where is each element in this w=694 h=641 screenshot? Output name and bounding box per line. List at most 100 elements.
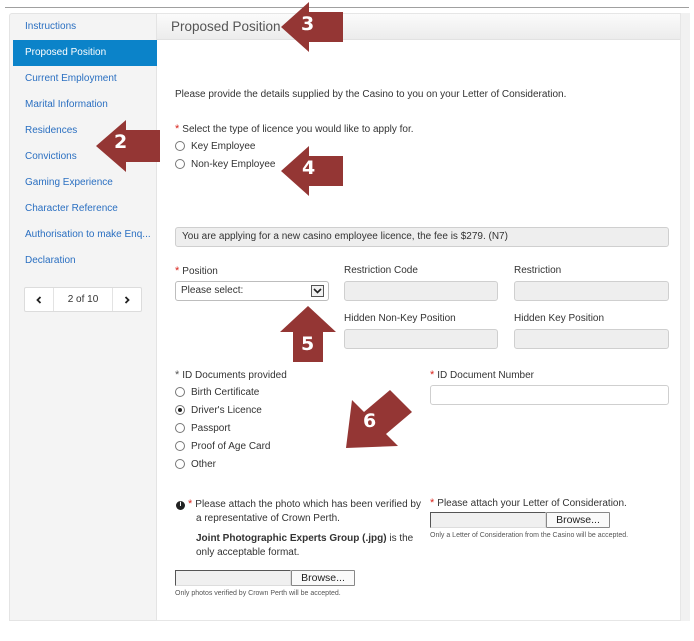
sidebar-item-current-employment[interactable]: Current Employment [13, 66, 157, 92]
panel-header: Proposed Position [157, 14, 680, 40]
callout-number: 4 [302, 157, 316, 179]
id-document-number-input[interactable] [430, 385, 669, 405]
required-mark: * [175, 265, 180, 277]
callout-number: 2 [114, 131, 128, 153]
radio-label: Passport [191, 422, 231, 434]
letter-file-input: Browse... [430, 512, 610, 528]
position-label: * Position [175, 265, 218, 277]
format-rest-text: is the [386, 533, 414, 544]
radio-button-checked[interactable] [175, 405, 185, 415]
callout-number: 3 [301, 13, 315, 35]
main-panel: Proposed Position Please provide the det… [157, 13, 681, 621]
callout-number: 6 [363, 410, 377, 432]
fee-message: You are applying for a new casino employ… [175, 227, 669, 247]
radio-label: Birth Certificate [191, 386, 260, 398]
sidebar-item-gaming-experience[interactable]: Gaming Experience [13, 170, 157, 196]
radio-key-employee[interactable]: Key Employee [175, 137, 275, 155]
callout-arrow-5: 5 [280, 306, 336, 362]
sidebar: Instructions Proposed Position Current E… [9, 13, 157, 621]
photo-upload-hint: Only photos verified by Crown Perth will… [175, 590, 341, 597]
required-mark: * [430, 369, 435, 381]
scrollbar-track[interactable] [681, 13, 690, 621]
page-indicator: 2 of 10 [53, 288, 113, 311]
id-document-number-label: * ID Document Number [430, 369, 534, 381]
radio-button[interactable] [175, 159, 185, 169]
hidden-non-key-position-field [344, 329, 498, 349]
photo-file-path-field[interactable] [175, 570, 291, 586]
callout-arrow-4: 4 [281, 146, 343, 196]
next-page-button[interactable] [113, 288, 141, 311]
photo-file-input: Browse... [175, 570, 355, 586]
required-mark: * [430, 497, 435, 509]
sidebar-item-marital-information[interactable]: Marital Information [13, 92, 157, 118]
chevron-left-icon [36, 295, 42, 304]
required-mark: * [188, 498, 193, 510]
radio-label: Other [191, 458, 217, 470]
dropdown-arrow-icon[interactable] [311, 285, 324, 297]
callout-arrow-3: 3 [281, 2, 343, 52]
id-documents-label-text: ID Documents provided [182, 370, 287, 381]
photo-upload-label: i * Please attach the photo which has been… [176, 497, 421, 526]
required-mark: * [175, 123, 180, 135]
radio-button[interactable] [175, 423, 185, 433]
id-documents-radio-group: Birth Certificate Driver's Licence Passp… [175, 383, 271, 473]
radio-button[interactable] [175, 459, 185, 469]
radio-drivers-licence[interactable]: Driver's Licence [175, 401, 271, 419]
format-rest-text-2: only acceptable format. [196, 547, 300, 558]
radio-proof-of-age-card[interactable]: Proof of Age Card [175, 437, 271, 455]
radio-other[interactable]: Other [175, 455, 271, 473]
page-title: Proposed Position [171, 19, 281, 34]
radio-label: Non-key Employee [191, 158, 276, 170]
sidebar-item-authorisation[interactable]: Authorisation to make Enq... [13, 222, 157, 248]
hidden-key-position-label: Hidden Key Position [514, 313, 605, 324]
licence-type-radio-group: Key Employee Non-key Employee [175, 137, 275, 173]
format-bold-text: Joint Photographic Experts Group (.jpg) [196, 533, 387, 544]
info-icon[interactable]: i [176, 500, 185, 510]
radio-passport[interactable]: Passport [175, 419, 271, 437]
licence-type-label-text: Select the type of licence you would lik… [182, 124, 414, 135]
callout-arrow-6: 6 [346, 390, 412, 452]
id-document-number-label-text: ID Document Number [437, 370, 534, 381]
radio-label: Driver's Licence [191, 404, 262, 416]
arrow-left-icon [96, 120, 160, 172]
letter-upload-label-text: Please attach your Letter of Considerati… [437, 498, 627, 509]
arrow-down-left-icon [346, 390, 412, 448]
position-select[interactable]: Please select: [175, 281, 329, 301]
radio-birth-certificate[interactable]: Birth Certificate [175, 383, 271, 401]
sidebar-item-proposed-position[interactable]: Proposed Position [13, 40, 157, 66]
sidebar-nav: Instructions Proposed Position Current E… [13, 14, 157, 620]
radio-button[interactable] [175, 387, 185, 397]
callout-arrow-2: 2 [96, 120, 160, 172]
position-selected-value: Please select: [181, 285, 244, 296]
sidebar-item-declaration[interactable]: Declaration [13, 248, 157, 274]
id-documents-label: * ID Documents provided [175, 369, 287, 381]
callout-number: 5 [301, 333, 315, 355]
hidden-key-position-field [514, 329, 669, 349]
photo-label-line1: Please attach the photo which has been v… [195, 499, 421, 510]
licence-type-label: * Select the type of licence you would li… [175, 123, 414, 135]
position-label-text: Position [182, 266, 218, 277]
radio-non-key-employee[interactable]: Non-key Employee [175, 155, 275, 173]
letter-upload-hint: Only a Letter of Consideration from the … [430, 532, 629, 539]
radio-button[interactable] [175, 441, 185, 451]
window-top-rule [5, 7, 689, 8]
letter-browse-button[interactable]: Browse... [546, 512, 610, 528]
chevron-right-icon [124, 295, 130, 304]
photo-format-note: Joint Photographic Experts Group (.jpg) … [196, 532, 413, 560]
sidebar-item-character-reference[interactable]: Character Reference [13, 196, 157, 222]
radio-label: Proof of Age Card [191, 440, 271, 452]
radio-button[interactable] [175, 141, 185, 151]
hidden-non-key-position-label: Hidden Non-Key Position [344, 313, 456, 324]
restriction-label: Restriction [514, 265, 562, 276]
prev-page-button[interactable] [25, 288, 53, 311]
restriction-code-label: Restriction Code [344, 265, 418, 276]
pager: 2 of 10 [24, 287, 142, 312]
photo-label-line2: a representative of Crown Perth. [196, 513, 340, 524]
sidebar-item-instructions[interactable]: Instructions [13, 14, 157, 40]
intro-text: Please provide the details supplied by t… [175, 89, 567, 100]
photo-browse-button[interactable]: Browse... [291, 570, 355, 586]
radio-label: Key Employee [191, 140, 256, 152]
required-mark: * [175, 369, 180, 381]
restriction-code-field [344, 281, 498, 301]
letter-file-path-field[interactable] [430, 512, 546, 528]
